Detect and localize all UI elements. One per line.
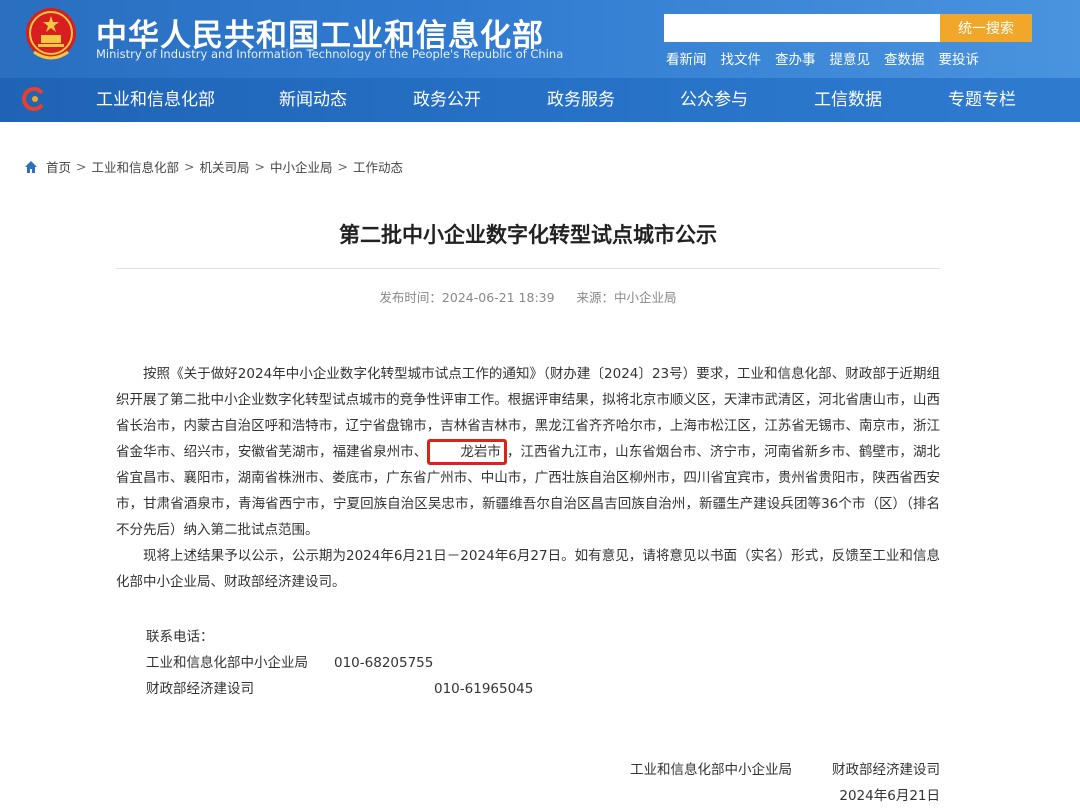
breadcrumb-separator: >	[76, 159, 87, 174]
paragraph-announcement: 按照《关于做好2024年中小企业数字化转型城市试点工作的通知》（财办建〔2024…	[116, 361, 940, 543]
search-button[interactable]: 统一搜索	[940, 14, 1032, 42]
contact-info: 联系电话： 工业和信息化部中小企业局 010-68205755 财政部经济建设司…	[146, 624, 533, 702]
national-emblem-icon[interactable]	[24, 6, 78, 64]
breadcrumb-separator: >	[184, 159, 195, 174]
publish-time: 发布时间：2024-06-21 18:39	[379, 290, 555, 305]
signature: 工业和信息化部中小企业局 财政部经济建设司 2024年6月21日	[600, 757, 940, 809]
article-title: 第二批中小企业数字化转型试点城市公示	[339, 223, 717, 247]
nav-item-news[interactable]: 新闻动态	[279, 78, 347, 122]
breadcrumb-separator: >	[337, 159, 348, 174]
quick-link-files[interactable]: 找文件	[721, 48, 762, 68]
quick-links: 看新闻 找文件 查办事 提意见 查数据 要投诉	[666, 48, 979, 68]
paragraph-notice: 现将上述结果予以公示，公示期为2024年6月21日－2024年6月27日。如有意…	[116, 548, 940, 590]
nav-item-public-participation[interactable]: 公众参与	[680, 78, 748, 122]
quick-link-services[interactable]: 查办事	[775, 48, 816, 68]
quick-link-complaint[interactable]: 要投诉	[939, 48, 980, 68]
contact-org: 工业和信息化部中小企业局	[146, 655, 308, 671]
contact-org: 财政部经济建设司	[146, 681, 254, 697]
signature-org: 财政部经济建设司	[832, 762, 940, 778]
main-nav: 工业和信息化部 新闻动态 政务公开 政务服务 公众参与 工信数据 专题专栏	[0, 78, 1080, 122]
site-subtitle: Ministry of Industry and Information Tec…	[96, 47, 564, 61]
contact-row: 工业和信息化部中小企业局 010-68205755	[146, 650, 533, 676]
breadcrumb-separator: >	[254, 159, 265, 174]
quick-link-data[interactable]: 查数据	[884, 48, 925, 68]
highlighted-city: 龙岩市	[427, 439, 507, 465]
article-meta: 发布时间：2024-06-21 18:39 来源：中小企业局	[116, 287, 940, 306]
title-divider	[116, 268, 940, 269]
nav-item-gov-services[interactable]: 政务服务	[547, 78, 615, 122]
signature-org: 工业和信息化部中小企业局	[630, 762, 792, 778]
signature-date: 2024年6月21日	[839, 788, 940, 804]
contact-phone: 010-68205755	[334, 655, 434, 671]
breadcrumb-departments[interactable]: 机关司局	[200, 157, 250, 176]
signature-orgs: 工业和信息化部中小企业局 财政部经济建设司	[600, 757, 940, 783]
quick-link-feedback[interactable]: 提意见	[830, 48, 871, 68]
contact-label: 联系电话：	[146, 629, 214, 645]
article-body: 按照《关于做好2024年中小企业数字化转型城市试点工作的通知》（财办建〔2024…	[116, 361, 940, 595]
search-input[interactable]	[664, 14, 940, 42]
breadcrumb-sme-bureau[interactable]: 中小企业局	[270, 157, 333, 176]
site-header: 中华人民共和国工业和信息化部 Ministry of Industry and …	[0, 0, 1080, 78]
contact-row: 财政部经济建设司 010-61965045	[146, 676, 533, 702]
quick-link-news[interactable]: 看新闻	[666, 48, 707, 68]
article-source: 来源：中小企业局	[576, 290, 677, 305]
breadcrumb-work-updates[interactable]: 工作动态	[353, 157, 403, 176]
nav-item-miit[interactable]: 工业和信息化部	[96, 78, 215, 122]
home-icon[interactable]	[24, 160, 38, 174]
breadcrumb: 首页 > 工业和信息化部 > 机关司局 > 中小企业局 > 工作动态	[24, 157, 403, 176]
nav-item-gov-affairs[interactable]: 政务公开	[413, 78, 481, 122]
nav-item-data[interactable]: 工信数据	[814, 78, 882, 122]
breadcrumb-miit[interactable]: 工业和信息化部	[92, 157, 180, 176]
breadcrumb-home[interactable]: 首页	[46, 157, 71, 176]
nav-item-special-topics[interactable]: 专题专栏	[948, 78, 1016, 122]
contact-phone: 010-61965045	[434, 681, 534, 697]
